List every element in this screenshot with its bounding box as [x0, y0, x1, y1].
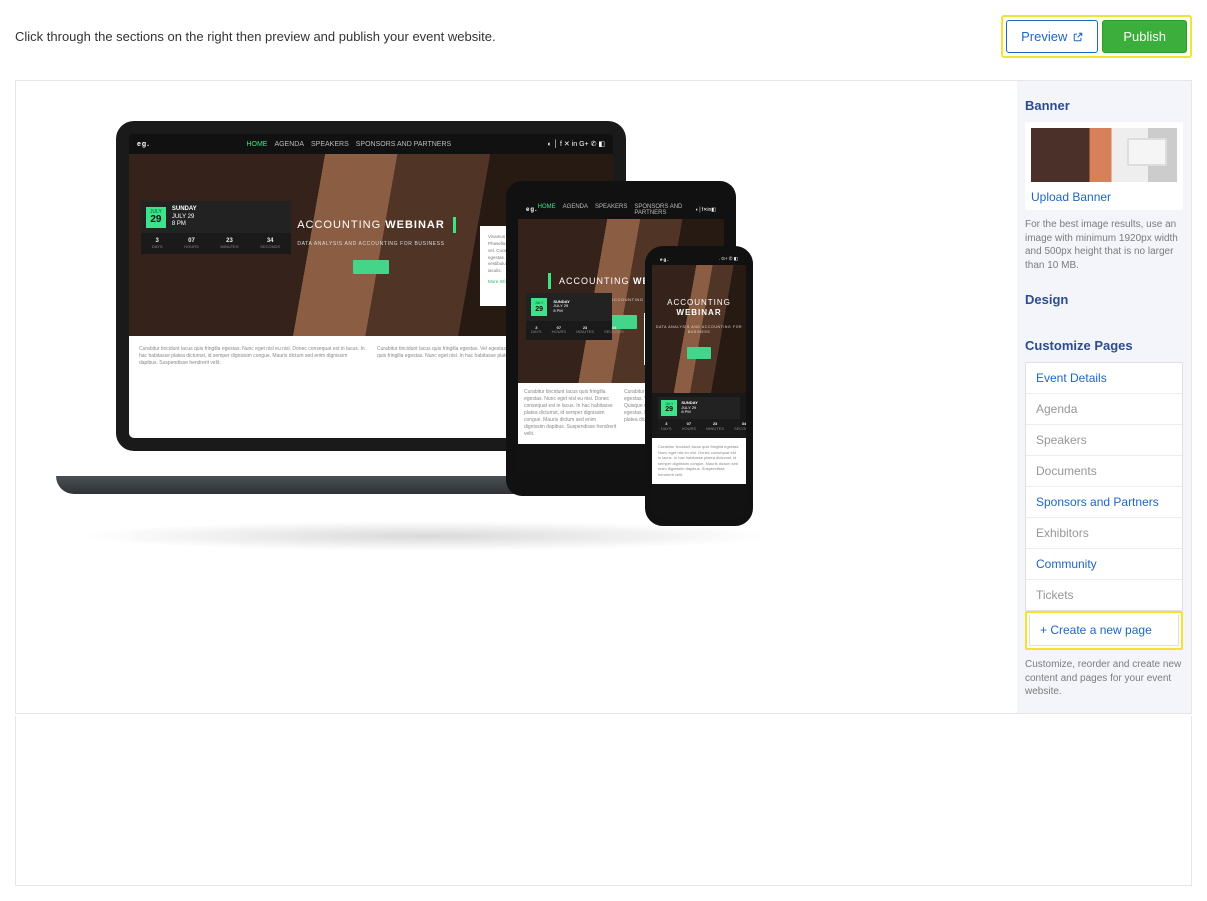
- lower-panel: [15, 716, 1192, 886]
- page-item-tickets[interactable]: Tickets: [1026, 580, 1182, 610]
- banner-section-head: Banner: [1025, 98, 1183, 113]
- page-item-speakers[interactable]: Speakers: [1026, 425, 1182, 456]
- mock-social-icons: ◐ │ f ✕ in G+ ✆ ◧: [548, 140, 606, 148]
- create-new-page-button[interactable]: + Create a new page: [1029, 615, 1179, 646]
- page-item-agenda[interactable]: Agenda: [1026, 394, 1182, 425]
- customize-hint: Customize, reorder and create new conten…: [1025, 658, 1183, 699]
- design-section-head[interactable]: Design: [1025, 292, 1183, 307]
- upload-banner-link[interactable]: Upload Banner: [1031, 190, 1177, 204]
- page-item-sponsors-and-partners[interactable]: Sponsors and Partners: [1026, 487, 1182, 518]
- page-item-community[interactable]: Community: [1026, 549, 1182, 580]
- mock-nav: HOME AGENDA SPEAKERS SPONSORS AND PARTNE…: [246, 141, 451, 148]
- mock-logo: eg.: [137, 141, 150, 148]
- page-item-documents[interactable]: Documents: [1026, 456, 1182, 487]
- banner-hint: For the best image results, use an image…: [1025, 218, 1183, 272]
- preview-button[interactable]: Preview: [1006, 20, 1098, 53]
- device-mock-phone: eg. f ✕ in G+ ✆ ◧ ACCOUNTING WEBINAR DAT…: [645, 246, 753, 526]
- instruction-text: Click through the sections on the right …: [15, 29, 496, 44]
- publish-button[interactable]: Publish: [1102, 20, 1187, 53]
- customize-pages-head: Customize Pages: [1025, 338, 1183, 353]
- banner-thumbnail: [1031, 128, 1177, 182]
- page-item-exhibitors[interactable]: Exhibitors: [1026, 518, 1182, 549]
- banner-upload-box: Upload Banner: [1025, 122, 1183, 210]
- action-buttons-highlight: Preview Publish: [1001, 15, 1192, 58]
- external-link-icon: [1073, 32, 1083, 42]
- website-preview-pane: eg. HOME AGENDA SPEAKERS SPONSORS AND PA…: [16, 81, 1017, 551]
- create-page-highlight: + Create a new page: [1025, 611, 1183, 650]
- sidebar: Banner Upload Banner For the best image …: [1017, 81, 1191, 713]
- page-item-event-details[interactable]: Event Details: [1026, 363, 1182, 394]
- preview-label: Preview: [1021, 29, 1067, 44]
- pages-list: Event DetailsAgendaSpeakersDocumentsSpon…: [1025, 362, 1183, 611]
- mock-cta-button: [353, 260, 388, 274]
